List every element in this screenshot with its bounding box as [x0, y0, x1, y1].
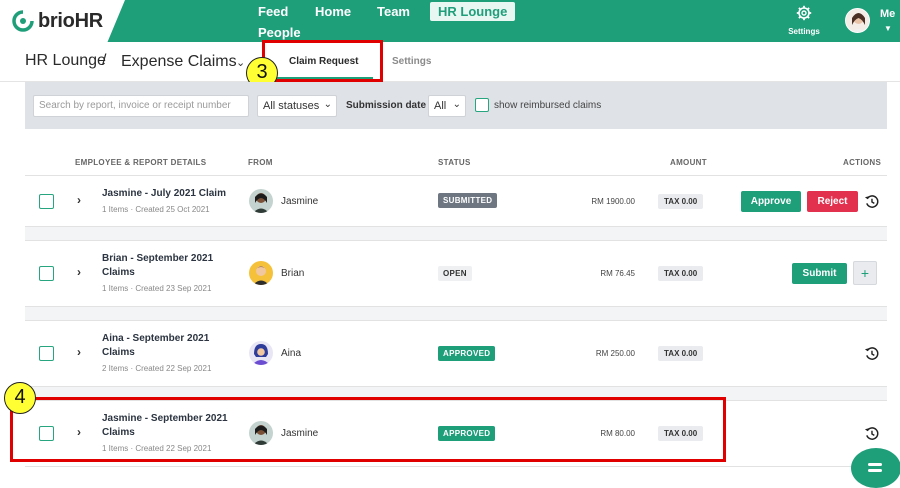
gear-icon: [796, 5, 812, 21]
column-header-actions: ACTIONS: [843, 158, 882, 167]
claim-amount: RM 250.00: [595, 349, 635, 358]
status-filter-select[interactable]: All statuses ⌄: [257, 95, 337, 117]
chevron-right-icon[interactable]: ›: [77, 193, 81, 207]
me-label[interactable]: Me: [880, 8, 895, 20]
column-header-amount: AMOUNT: [670, 158, 707, 167]
column-header-status: STATUS: [438, 158, 471, 167]
employee-name: Jasmine: [281, 196, 319, 207]
tab-settings[interactable]: Settings: [392, 56, 431, 67]
annotation-box-4: [10, 397, 726, 462]
nav-feed[interactable]: Feed: [258, 4, 288, 19]
annotation-box-3: [262, 40, 383, 82]
employee-avatar: [249, 261, 273, 285]
show-reimbursed-checkbox[interactable]: [475, 98, 489, 112]
nav-home[interactable]: Home: [315, 4, 351, 19]
annotation-marker-4: 4: [4, 382, 36, 414]
settings-button[interactable]: Settings: [784, 5, 824, 37]
report-title[interactable]: Brian - September 2021: [102, 252, 213, 266]
row-separator: [25, 307, 887, 320]
employee-avatar: [249, 189, 273, 213]
column-header-employee: EMPLOYEE & REPORT DETAILS: [75, 158, 207, 167]
chevron-down-icon: ⌄: [323, 99, 332, 110]
logo-area: brioHR: [0, 0, 125, 42]
column-header-from: FROM: [248, 158, 273, 167]
chevron-right-icon[interactable]: ›: [77, 265, 81, 279]
chat-support-button[interactable]: [851, 448, 900, 488]
brand-logo[interactable]: brioHR: [38, 10, 103, 33]
report-meta: 1 Items · Created 25 Oct 2021: [102, 205, 210, 214]
tax-badge: TAX 0.00: [658, 346, 704, 361]
submission-date-select[interactable]: All ⌄: [428, 95, 466, 117]
chevron-right-icon[interactable]: ›: [77, 345, 81, 359]
report-title-line2[interactable]: Claims: [102, 266, 135, 280]
chat-icon-line: [868, 469, 882, 472]
report-title[interactable]: Jasmine - July 2021 Claim: [102, 187, 226, 201]
brio-logo-icon: [12, 10, 34, 32]
employee-name: Brian: [281, 268, 305, 279]
submit-button[interactable]: Submit: [792, 263, 847, 284]
reject-button[interactable]: Reject: [807, 191, 858, 212]
report-meta: 2 Items · Created 22 Sep 2021: [102, 364, 212, 373]
nav-hr-lounge[interactable]: HR Lounge: [430, 2, 516, 21]
status-filter-value: All statuses: [263, 100, 320, 112]
history-icon[interactable]: [864, 346, 879, 361]
submission-date-value: All: [434, 100, 447, 112]
breadcrumb-section[interactable]: HR Lounge: [25, 52, 106, 70]
approve-button[interactable]: Approve: [741, 191, 801, 212]
tax-badge: TAX 0.00: [658, 194, 704, 209]
report-title[interactable]: Aina - September 2021: [102, 332, 209, 346]
settings-label: Settings: [788, 27, 820, 36]
claim-amount: RM 1900.00: [591, 197, 635, 206]
chevron-down-icon: ⌄: [452, 99, 461, 110]
filter-bar: Search by report, invoice or receipt num…: [25, 82, 887, 129]
row-checkbox[interactable]: [39, 346, 54, 361]
employee-avatar: [249, 341, 273, 365]
report-title-line2[interactable]: Claims: [102, 346, 135, 360]
report-meta: 1 Items · Created 23 Sep 2021: [102, 284, 212, 293]
top-navigation-bar: brioHR Feed Home Team HR Lounge People S…: [0, 0, 900, 42]
history-icon[interactable]: [864, 194, 879, 209]
chat-icon-line: [868, 463, 882, 466]
add-item-button[interactable]: +: [853, 261, 877, 285]
claim-amount: RM 76.45: [600, 269, 635, 278]
row-separator: [25, 227, 887, 240]
chevron-down-icon[interactable]: ⌄: [236, 56, 245, 69]
show-reimbursed-label: show reimbursed claims: [494, 100, 602, 111]
user-avatar-image: [846, 9, 869, 32]
breadcrumb-page[interactable]: Expense Claims: [121, 53, 237, 71]
tax-badge: TAX 0.00: [658, 266, 704, 281]
row-checkbox[interactable]: [39, 266, 54, 281]
caret-down-icon[interactable]: ▼: [884, 24, 892, 33]
status-badge: APPROVED: [438, 346, 496, 361]
row-checkbox[interactable]: [39, 194, 54, 209]
status-badge: OPEN: [438, 266, 472, 281]
nav-team[interactable]: Team: [377, 4, 410, 19]
search-input[interactable]: Search by report, invoice or receipt num…: [33, 95, 249, 117]
user-avatar[interactable]: [845, 8, 870, 33]
status-badge: SUBMITTED: [438, 193, 498, 208]
history-icon[interactable]: [864, 426, 879, 441]
breadcrumb-separator: /: [102, 52, 107, 69]
submission-date-label: Submission date: [346, 100, 427, 111]
page-subheader: HR Lounge / Expense Claims ⌄ Claim Reque…: [0, 42, 900, 82]
nav-people[interactable]: People: [258, 25, 301, 40]
employee-name: Aina: [281, 348, 302, 359]
